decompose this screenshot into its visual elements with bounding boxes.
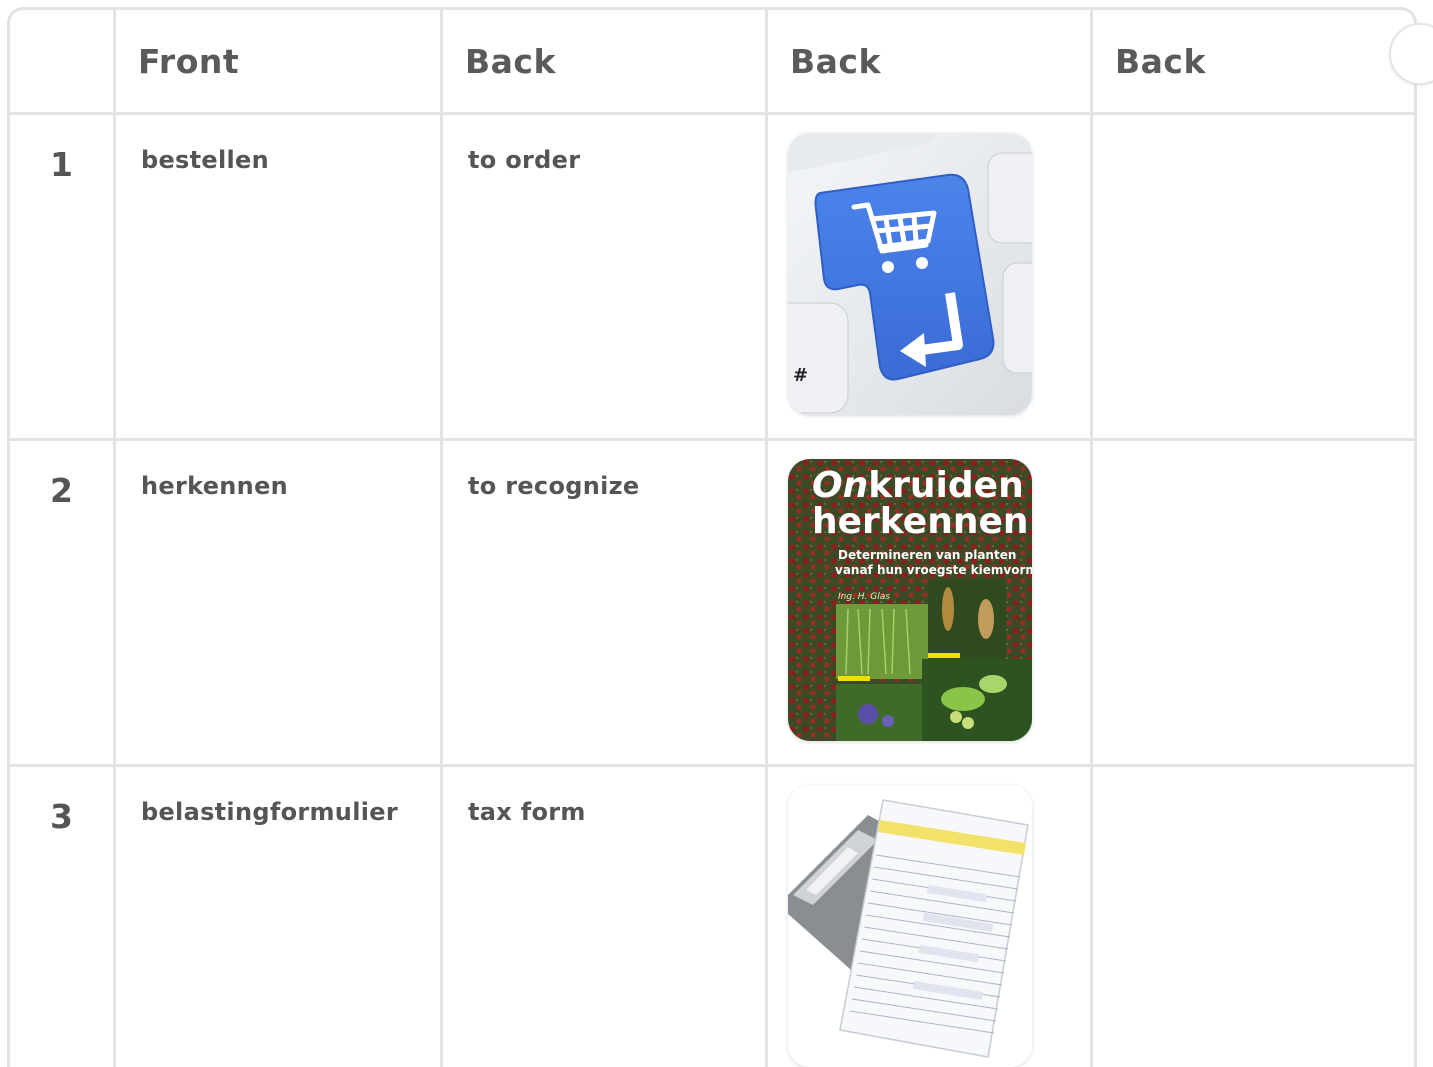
back-cell[interactable]: to recognize [442, 440, 767, 766]
front-cell[interactable]: bestellen [115, 114, 442, 440]
empty-back-cell[interactable] [1092, 766, 1418, 1067]
row-number: 3 [9, 766, 115, 1067]
table-row: 1 bestellen to order [9, 114, 1418, 440]
front-cell[interactable]: belastingformulier [115, 766, 442, 1067]
front-cell[interactable]: herkennen [115, 440, 442, 766]
svg-text:Ing. H. Glas: Ing. H. Glas [838, 592, 890, 602]
header-row: Front Back Back Back [9, 9, 1418, 114]
svg-text:#: # [793, 365, 808, 386]
image-cell[interactable] [767, 766, 1092, 1067]
shopping-cart-enter-key-image[interactable]: # [788, 133, 1032, 415]
svg-text:herkennen: herkennen [812, 501, 1029, 542]
back-cell[interactable]: tax form [442, 766, 767, 1067]
header-back-2[interactable]: Back [767, 9, 1092, 114]
empty-back-cell[interactable] [1092, 114, 1418, 440]
table-row: 2 herkennen to recognize [9, 440, 1418, 766]
header-back-1[interactable]: Back [442, 9, 767, 114]
header-front[interactable]: Front [115, 9, 442, 114]
table-row: 3 belastingformulier tax form [9, 766, 1418, 1067]
svg-text:Onkruiden: Onkruiden [812, 465, 1024, 506]
tax-form-document-image[interactable] [788, 785, 1032, 1067]
image-cell[interactable]: Onkruiden herkennen Determineren van pla… [767, 440, 1092, 766]
onkruiden-herkennen-book-cover[interactable]: Onkruiden herkennen Determineren van pla… [788, 459, 1032, 741]
back-cell[interactable]: to order [442, 114, 767, 440]
row-number: 1 [9, 114, 115, 440]
flashcard-table: Front Back Back Back 1 bestellen to orde… [7, 7, 1417, 1067]
row-number: 2 [9, 440, 115, 766]
header-corner [9, 9, 115, 114]
svg-text:Determineren van planten: Determineren van planten [838, 548, 1016, 562]
header-back-3[interactable]: Back [1092, 9, 1418, 114]
image-cell[interactable]: # [767, 114, 1092, 440]
empty-back-cell[interactable] [1092, 440, 1418, 766]
svg-text:vanaf hun vroegste kiemvorm: vanaf hun vroegste kiemvorm [835, 563, 1032, 577]
